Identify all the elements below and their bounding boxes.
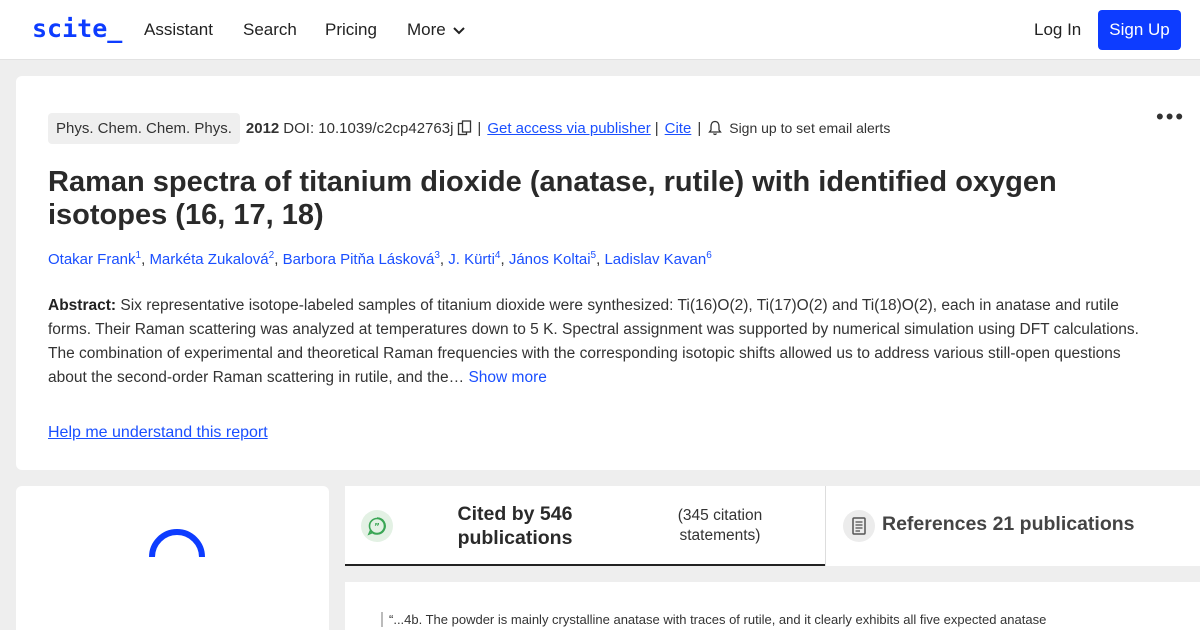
nav-pricing[interactable]: Pricing xyxy=(325,20,377,40)
help-understand-link[interactable]: Help me understand this report xyxy=(48,424,268,442)
author-list: Otakar Frank1, Markéta Zukalová2, Barbor… xyxy=(48,250,712,268)
author-link[interactable]: J. Kürti4 xyxy=(448,250,500,268)
paper-card: Phys. Chem. Chem. Phys. 2012 DOI: 10.103… xyxy=(16,76,1200,470)
email-alerts-link[interactable]: Sign up to set email alerts xyxy=(729,120,890,136)
meta-separator: | xyxy=(477,119,482,137)
nav-more-dropdown[interactable]: More xyxy=(407,20,466,40)
author-link[interactable]: Ladislav Kavan6 xyxy=(604,250,711,268)
doi-text: DOI: 10.1039/c2cp42763j xyxy=(283,119,454,137)
tab-references[interactable]: References 21 publications xyxy=(882,513,1135,536)
abstract-text: Six representative isotope-labeled sampl… xyxy=(48,297,1139,386)
author-link[interactable]: Barbora Pitňa Lásková3 xyxy=(283,250,440,268)
cited-by-count: Cited by 546 publications xyxy=(457,503,573,549)
author-link[interactable]: Markéta Zukalová2 xyxy=(149,250,274,268)
left-panel xyxy=(16,486,329,630)
access-publisher-link[interactable]: Get access via publisher xyxy=(487,120,650,137)
tab-cited-by[interactable]: ” Cited by 546 publications (345 citatio… xyxy=(345,486,825,566)
meta-separator: | xyxy=(654,119,659,137)
nav-search[interactable]: Search xyxy=(243,20,297,40)
copy-icon[interactable] xyxy=(457,120,473,136)
paper-title: Raman spectra of titanium dioxide (anata… xyxy=(48,166,1057,231)
citation-snippet-text: “...4b. The powder is mainly crystalline… xyxy=(381,612,1046,627)
cite-link[interactable]: Cite xyxy=(665,120,692,137)
citation-statement-icon: ” xyxy=(361,510,393,542)
login-link[interactable]: Log In xyxy=(1034,20,1081,40)
scite-logo[interactable]: scite_ xyxy=(32,14,122,43)
citation-snippet-panel: “...4b. The powder is mainly crystalline… xyxy=(345,582,1200,630)
citation-statements-count: (345 citation statements) xyxy=(677,507,763,544)
tab-divider xyxy=(825,486,826,566)
pub-year: 2012 xyxy=(245,119,280,137)
signup-button[interactable]: Sign Up xyxy=(1098,10,1181,50)
meta-separator: | xyxy=(697,119,702,137)
document-icon xyxy=(843,510,875,542)
author-link[interactable]: Otakar Frank1 xyxy=(48,250,141,268)
chevron-down-icon xyxy=(453,27,465,35)
author-link[interactable]: János Koltai5 xyxy=(509,250,596,268)
abstract-label: Abstract: xyxy=(48,297,117,314)
loading-spinner-icon xyxy=(149,529,205,558)
paper-meta: Phys. Chem. Chem. Phys. 2012 DOI: 10.103… xyxy=(48,112,890,144)
top-nav: scite_ Assistant Search Pricing More Log… xyxy=(0,0,1200,60)
journal-badge: Phys. Chem. Chem. Phys. xyxy=(48,112,240,144)
abstract: Abstract: Six representative isotope-lab… xyxy=(48,294,1158,390)
svg-text:”: ” xyxy=(374,523,380,533)
citation-tabs: ” Cited by 546 publications (345 citatio… xyxy=(345,486,1200,566)
show-more-link[interactable]: Show more xyxy=(468,369,546,386)
nav-assistant[interactable]: Assistant xyxy=(144,20,213,40)
more-options-icon[interactable]: ••• xyxy=(1156,104,1185,130)
bell-icon[interactable] xyxy=(707,120,723,136)
nav-more-label: More xyxy=(407,20,446,39)
